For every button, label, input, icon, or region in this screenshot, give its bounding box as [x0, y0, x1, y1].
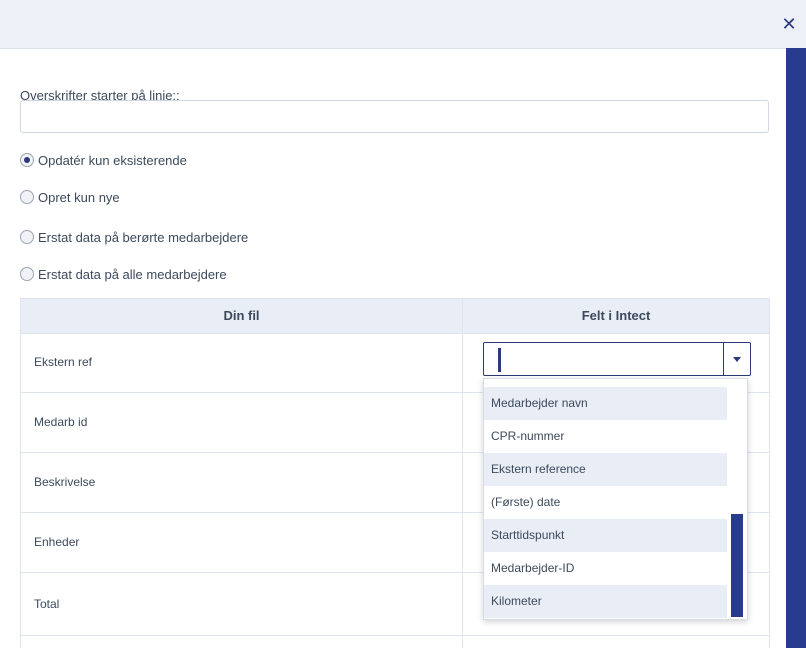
radio-button[interactable]: [20, 190, 34, 204]
column-header-field: Felt i Intect: [581, 308, 651, 323]
radio-label: Opret kun nye: [38, 189, 120, 205]
radio-button[interactable]: [20, 153, 34, 167]
text-cursor: [498, 348, 501, 372]
file-column-cell: Total: [34, 597, 60, 611]
radio-update-existing[interactable]: Opdatér kun eksisterende: [20, 151, 187, 169]
dropdown-scrollbar-thumb[interactable]: [731, 514, 743, 617]
side-rail: [786, 48, 806, 648]
dropdown-option[interactable]: Kilometer: [484, 585, 727, 618]
dropdown-option[interactable]: Medarbejder-ID: [484, 552, 727, 585]
radio-button[interactable]: [20, 267, 34, 281]
file-column-cell: Ekstern ref: [34, 355, 93, 369]
dropdown-option[interactable]: Medarbejder navn: [484, 387, 727, 420]
field-mapping-select[interactable]: [483, 342, 751, 376]
radio-create-new[interactable]: Opret kun nye: [20, 188, 120, 206]
dropdown-option[interactable]: (Første) date: [484, 486, 727, 519]
field-mapping-dropdown: Medarbejder navn CPR-nummer Ekstern refe…: [483, 378, 748, 620]
header-row-input[interactable]: [20, 100, 769, 133]
radio-replace-all[interactable]: Erstat data på alle medarbejdere: [20, 265, 227, 283]
chevron-down-icon[interactable]: [723, 343, 750, 375]
column-header-file: Din fil: [223, 308, 260, 323]
dropdown-option[interactable]: Starttidspunkt: [484, 519, 727, 552]
dialog-header: ✕: [0, 0, 806, 49]
radio-replace-affected[interactable]: Erstat data på berørte medarbejdere: [20, 228, 248, 246]
table-header: Din fil Felt i Intect: [21, 298, 769, 334]
file-column-cell: Beskrivelse: [34, 475, 96, 489]
dropdown-option[interactable]: Ekstern reference: [484, 453, 727, 486]
file-column-cell: Enheder: [34, 535, 80, 549]
radio-button[interactable]: [20, 230, 34, 244]
radio-label: Erstat data på alle medarbejdere: [38, 266, 227, 282]
close-icon[interactable]: ✕: [781, 15, 797, 33]
radio-label: Erstat data på berørte medarbejdere: [38, 229, 249, 245]
dropdown-option[interactable]: CPR-nummer: [484, 420, 727, 453]
file-column-cell: Medarb id: [34, 415, 88, 429]
radio-label: Opdatér kun eksisterende: [38, 152, 187, 168]
